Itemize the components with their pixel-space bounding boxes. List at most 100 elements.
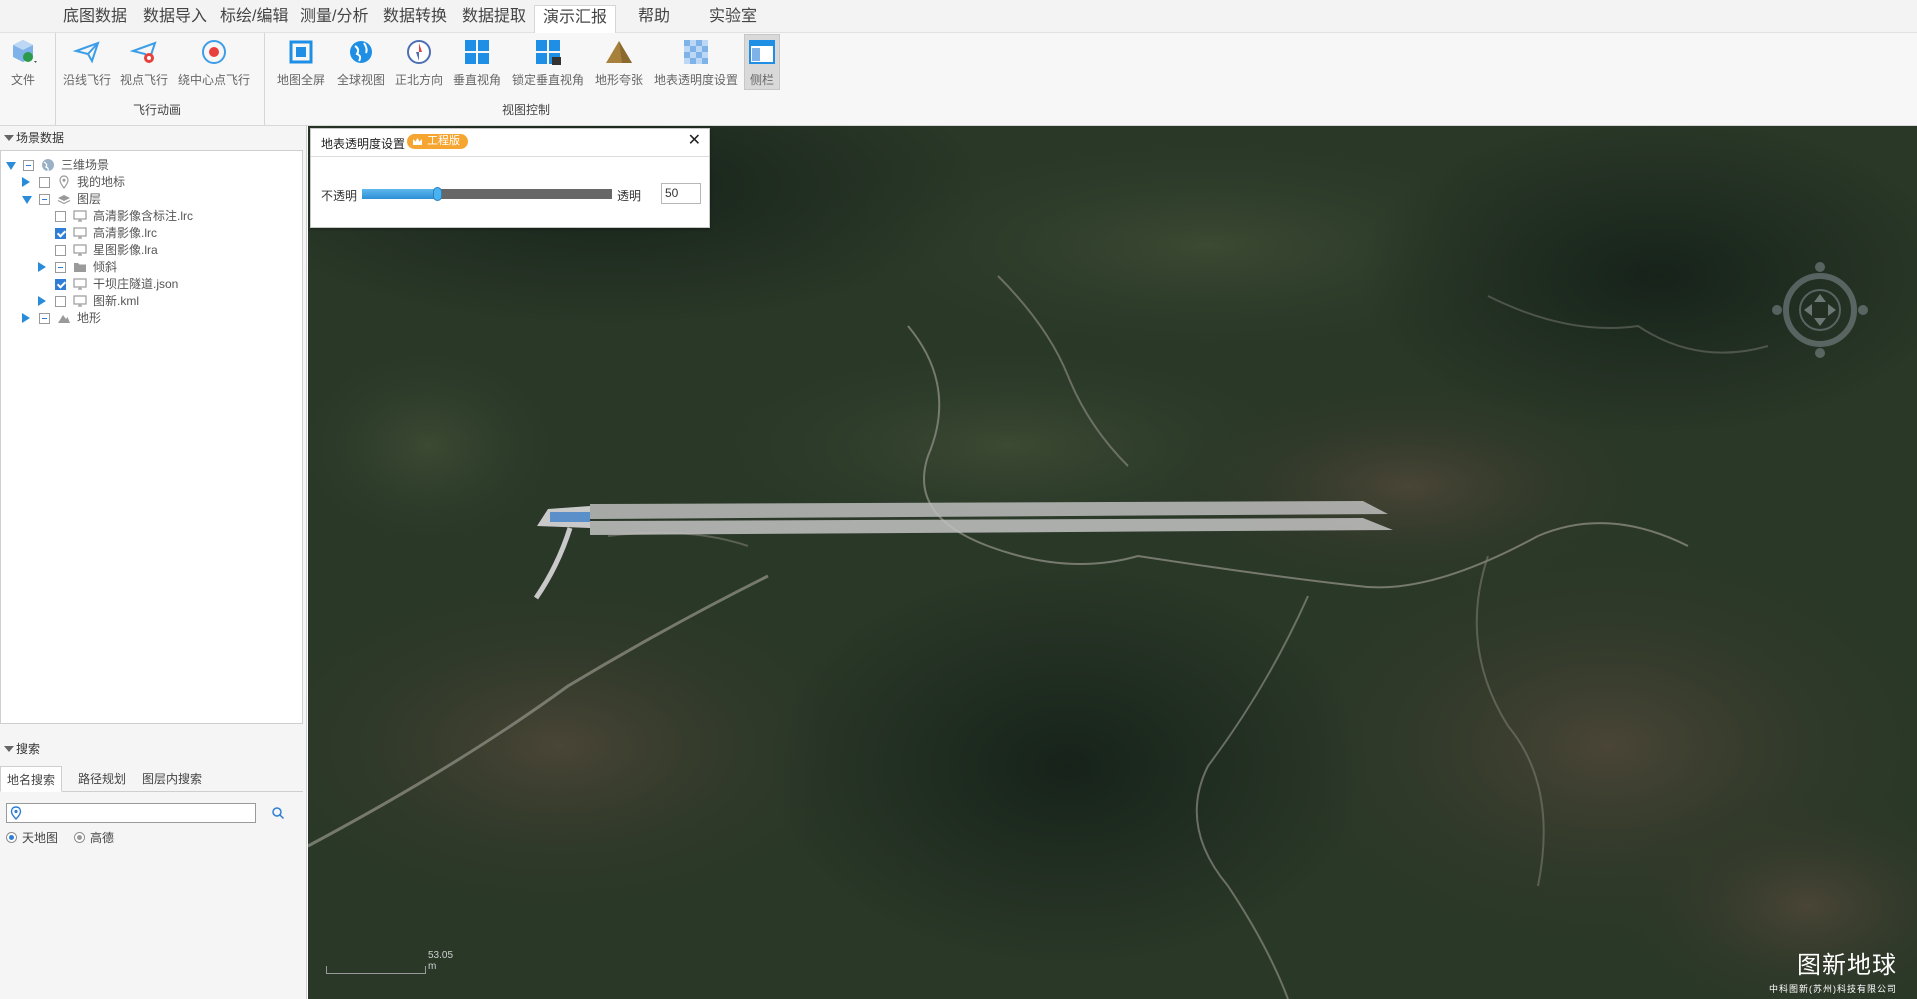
transparency-slider[interactable] (362, 187, 612, 201)
layer-checkbox[interactable] (39, 313, 50, 324)
expand-toggle-icon[interactable] (38, 296, 46, 306)
ribbon: 文件 沿线飞行 视点飞行 绕中心点飞行 飞行动画 地图全屏 全球视图 正北方向 … (0, 33, 1917, 126)
plane-icon (72, 41, 100, 64)
brand-watermark: 图新地球 中科图新(苏州)科技有限公司 (1769, 945, 1897, 995)
lock-vertical-view-label: 锁定垂直视角 (511, 73, 584, 87)
layer-checkbox[interactable] (39, 194, 50, 205)
file-button[interactable]: 文件 (4, 35, 42, 88)
menu-tab-extract[interactable]: 数据提取 (454, 5, 534, 33)
north-button[interactable]: 正北方向 (392, 35, 446, 88)
collapse-icon (4, 746, 14, 752)
slider-thumb[interactable] (433, 187, 442, 201)
globe-icon (42, 159, 54, 172)
layer-checkbox[interactable] (55, 228, 66, 239)
menu-tab-lab[interactable]: 实验室 (701, 5, 765, 33)
map-view[interactable]: 53.05 m 图新地球 中科图新(苏州)科技有限公司 (308, 126, 1917, 999)
surface-transparency-label: 地表透明度设置 (653, 73, 738, 87)
layer-checkbox[interactable] (55, 296, 66, 307)
map-fullscreen-label: 地图全屏 (276, 73, 325, 87)
tab-layer-search[interactable]: 图层内搜索 (136, 766, 208, 792)
brand-title: 图新地球 (1797, 951, 1897, 979)
viewpoint-flight-label: 视点飞行 (119, 73, 168, 87)
terrain-icon (58, 315, 70, 323)
collapse-icon (4, 135, 14, 141)
scale-text: 53.05 m (428, 950, 454, 972)
menu-tab-help[interactable]: 帮助 (630, 5, 678, 33)
search-input[interactable] (6, 803, 256, 823)
location-pin-icon (10, 806, 22, 820)
radio-dot (74, 832, 85, 843)
globe-icon (350, 41, 372, 63)
expand-toggle-icon[interactable] (22, 196, 32, 204)
sidebar-toggle-button[interactable]: 侧栏 (744, 34, 780, 90)
surface-transparency-button[interactable]: 地表透明度设置 (652, 35, 740, 88)
line-flight-button[interactable]: 沿线飞行 (62, 35, 112, 88)
layer-checkbox[interactable] (55, 245, 66, 256)
monitor-icon (73, 278, 87, 290)
fullscreen-icon (289, 40, 313, 64)
folder-icon (74, 263, 86, 272)
orbit-flight-button[interactable]: 绕中心点飞行 (176, 35, 252, 88)
search-icon[interactable] (271, 806, 285, 820)
search-tabs: 地名搜索 路径规划 图层内搜索 (0, 766, 303, 792)
vertical-view-label: 垂直视角 (452, 73, 501, 87)
expand-toggle-icon[interactable] (38, 262, 46, 272)
menu-tab-convert[interactable]: 数据转换 (375, 5, 455, 33)
monitor-icon (73, 210, 87, 222)
global-view-button[interactable]: 全球视图 (334, 35, 388, 88)
source-tianditu-radio[interactable]: 天地图 (6, 830, 58, 846)
layer-checkbox[interactable] (39, 177, 50, 188)
expand-toggle-icon[interactable] (22, 313, 30, 323)
menu-bar: 底图数据 数据导入 标绘/编辑 测量/分析 数据转换 数据提取 演示汇报 帮助 … (0, 0, 1917, 34)
lock-vertical-view-button[interactable]: 锁定垂直视角 (510, 35, 586, 88)
sidebar-toggle-label: 侧栏 (749, 73, 774, 87)
search-panel-title: 搜索 (16, 742, 41, 756)
expand-toggle-icon[interactable] (22, 177, 30, 187)
viewpoint-plane-icon (129, 41, 157, 64)
source-tianditu-label: 天地图 (22, 831, 59, 845)
transparency-value-input[interactable]: 50 (661, 183, 701, 204)
menu-tab-basemap[interactable]: 底图数据 (55, 5, 135, 33)
expand-toggle-icon[interactable] (6, 162, 16, 170)
menu-tab-plot[interactable]: 标绘/编辑 (212, 5, 296, 33)
compass-icon (407, 40, 431, 64)
tab-place-search[interactable]: 地名搜索 (0, 766, 63, 792)
transparent-label: 透明 (617, 189, 642, 203)
map-fullscreen-button[interactable]: 地图全屏 (274, 35, 328, 88)
search-panel-header[interactable]: 搜索 (0, 737, 307, 761)
tree-node[interactable]: 地形 (1, 308, 301, 328)
radio-dot (6, 832, 17, 843)
north-label: 正北方向 (394, 73, 443, 87)
target-icon (202, 40, 226, 64)
pin-icon (59, 175, 69, 189)
crown-icon (413, 138, 422, 145)
terrain-exaggeration-button[interactable]: 地形夸张 (592, 35, 646, 88)
layer-checkbox[interactable] (55, 211, 66, 222)
brand-subtitle: 中科图新(苏州)科技有限公司 (1769, 984, 1897, 994)
scene-panel-header[interactable]: 场景数据 (0, 126, 307, 150)
vertical-view-button[interactable]: 垂直视角 (450, 35, 504, 88)
menu-tab-presentation[interactable]: 演示汇报 (534, 5, 617, 34)
slider-fill (362, 189, 437, 199)
scene-tree: 三维场景 我的地标 图层 高清影像含标注.lrc 高清影像.lrc 星图影像.lra 倾斜干… (0, 150, 303, 724)
menu-tab-measure[interactable]: 测量/分析 (292, 5, 376, 33)
monitor-icon (73, 227, 87, 239)
sidebar-icon (749, 40, 775, 64)
source-gaode-radio[interactable]: 高德 (74, 830, 114, 846)
file-icon (13, 40, 37, 63)
layer-checkbox[interactable] (23, 160, 34, 171)
layer-checkbox[interactable] (55, 262, 66, 273)
scene-panel-title: 场景数据 (16, 131, 65, 145)
tab-route-planning[interactable]: 路径规划 (72, 766, 132, 792)
close-icon[interactable]: ✕ (688, 133, 701, 149)
lock-grid-icon (536, 40, 561, 65)
line-flight-label: 沿线飞行 (62, 73, 111, 87)
satellite-imagery (308, 126, 1917, 999)
view-group-label: 视图控制 (502, 103, 551, 117)
source-gaode-label: 高德 (90, 831, 115, 845)
fly-group-label: 飞行动画 (133, 103, 182, 117)
grid-icon (465, 40, 489, 64)
menu-tab-import[interactable]: 数据导入 (135, 5, 215, 33)
viewpoint-flight-button[interactable]: 视点飞行 (118, 35, 170, 88)
layer-checkbox[interactable] (55, 279, 66, 290)
